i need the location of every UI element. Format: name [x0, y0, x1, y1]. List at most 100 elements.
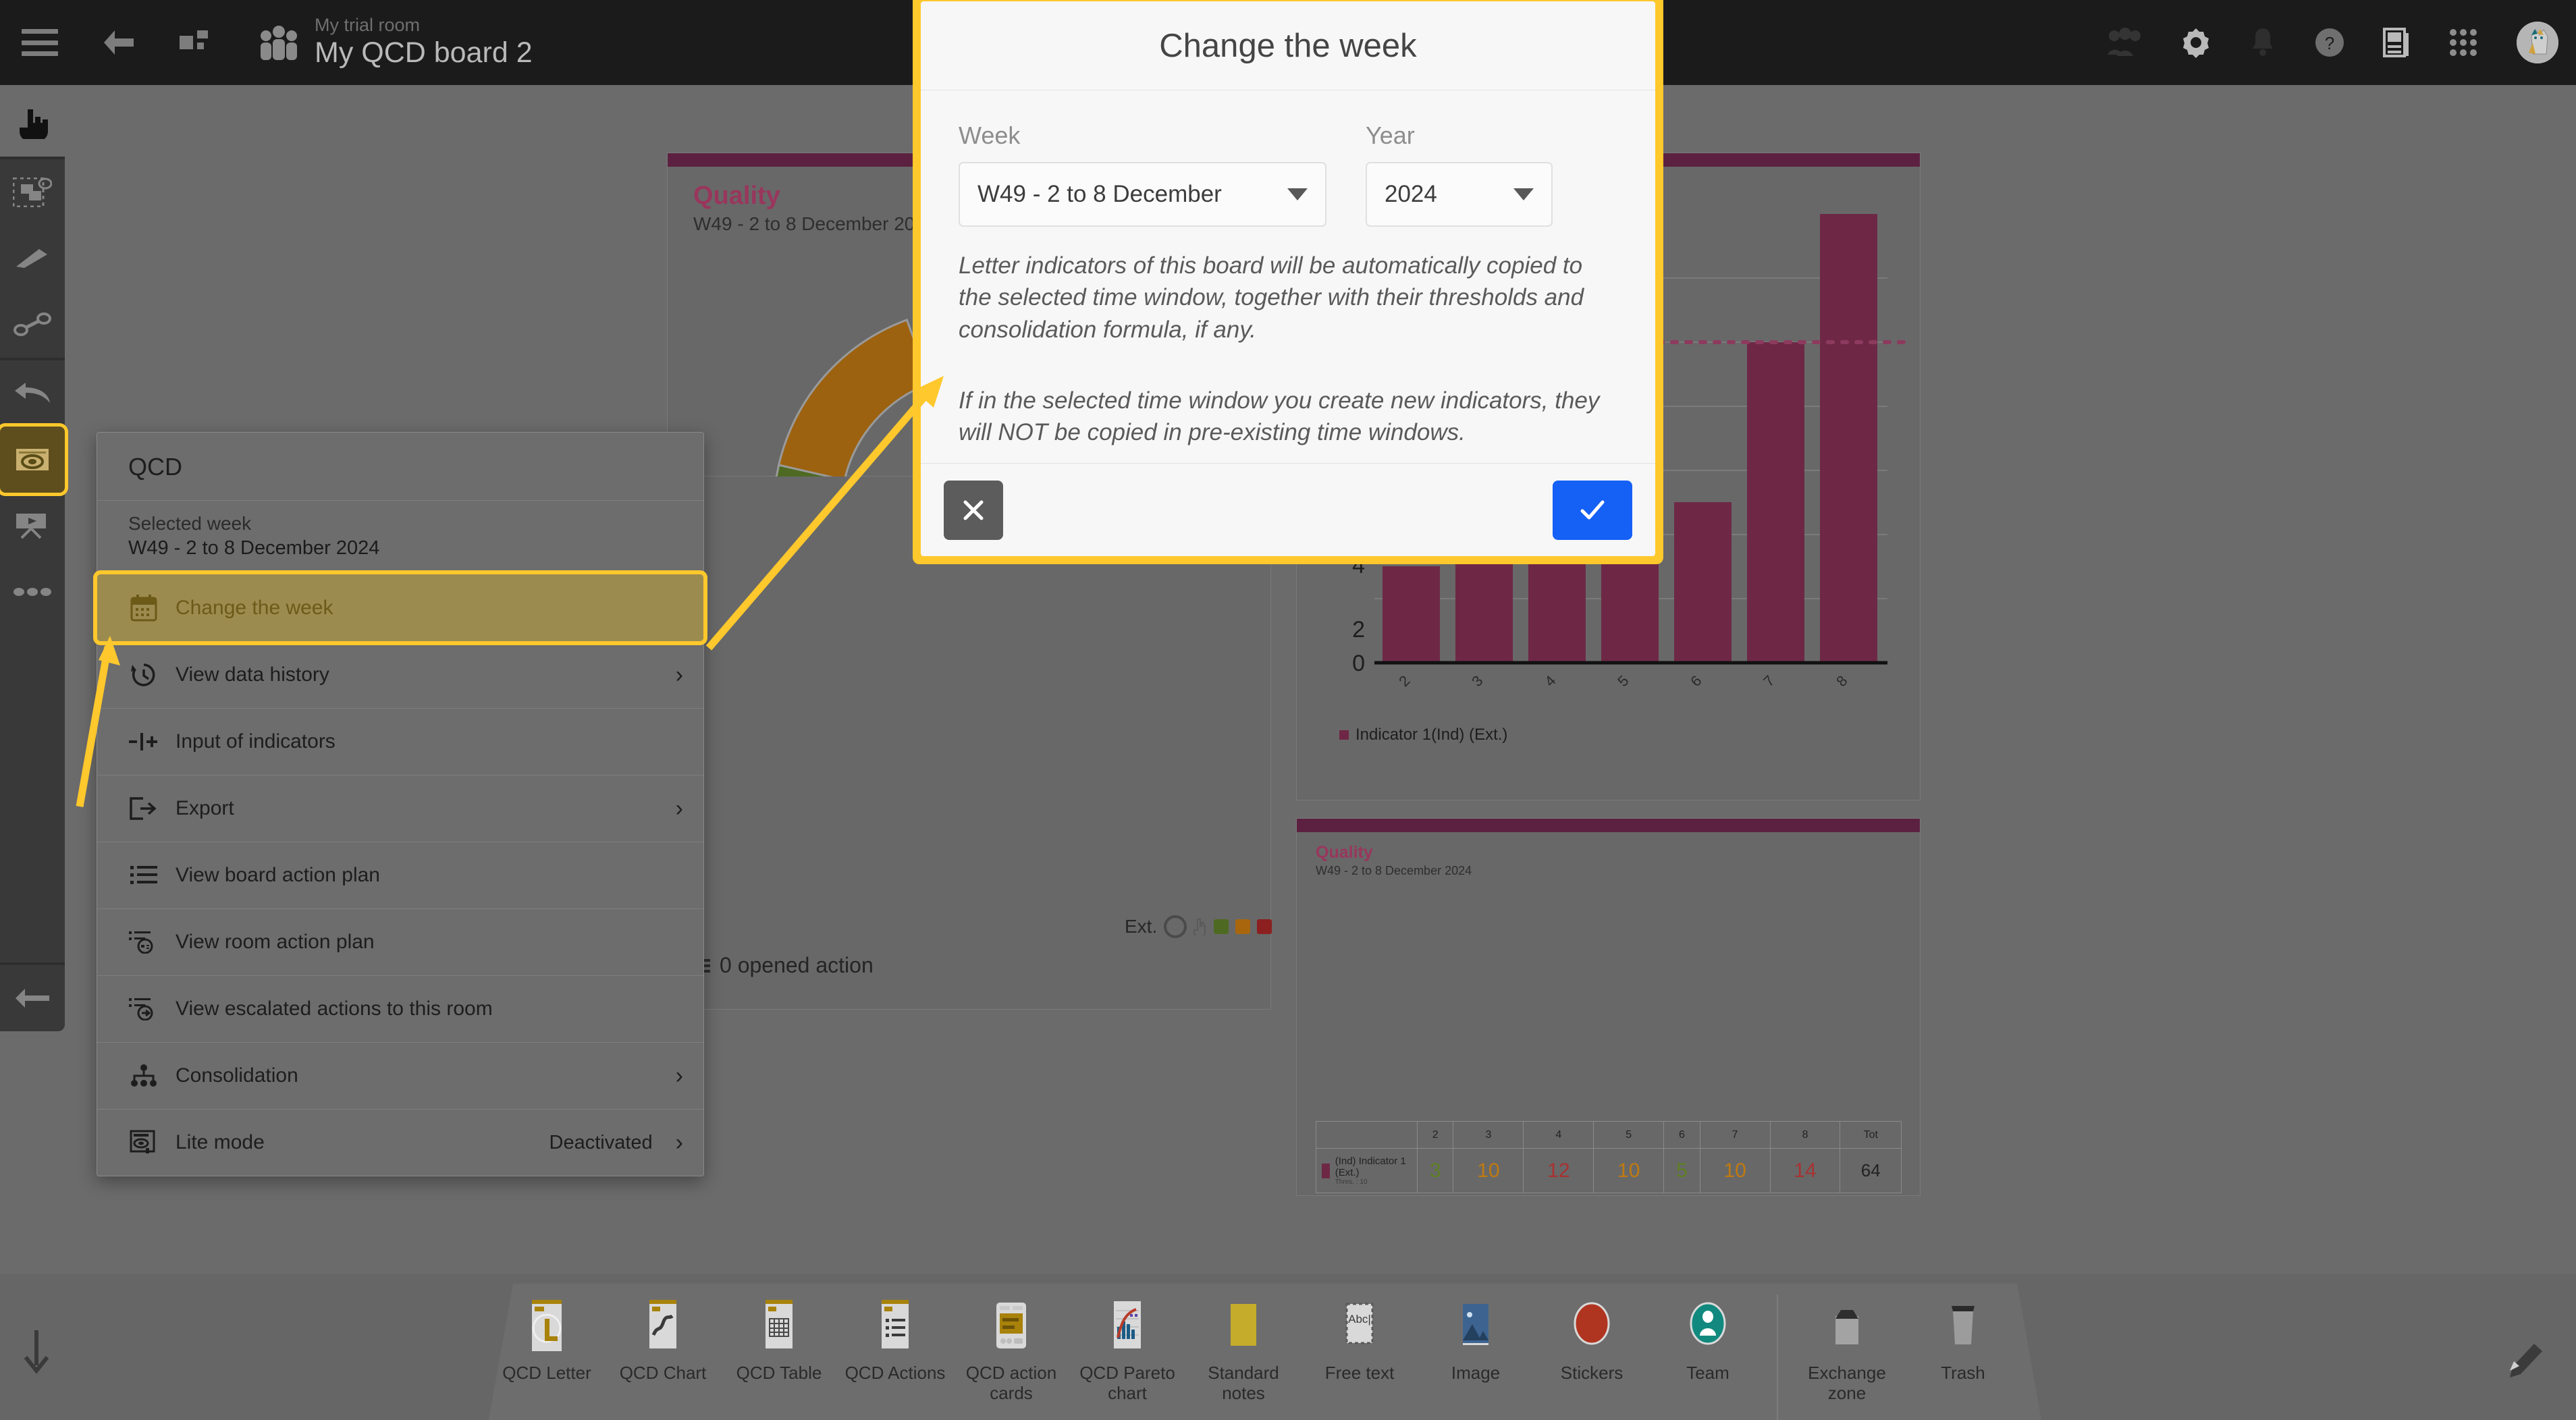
- menu-item-view-escalated-actions[interactable]: View escalated actions to this room: [97, 975, 703, 1042]
- back-arrow-icon[interactable]: [100, 28, 136, 57]
- calendar-icon: [128, 595, 159, 622]
- selected-week-label: Selected week: [128, 513, 252, 534]
- menu-item-lite-mode[interactable]: Lite mode Deactivated ›: [97, 1109, 703, 1176]
- people-group-icon[interactable]: [258, 24, 300, 61]
- opened-actions-row[interactable]: 0 opened action: [693, 953, 874, 978]
- table-col-header: 7: [1699, 1121, 1771, 1149]
- menu-item-label: Export: [176, 797, 234, 819]
- qcd-pareto-icon: [1101, 1299, 1154, 1357]
- confirm-button[interactable]: [1553, 480, 1632, 540]
- team-people-icon[interactable]: [2105, 28, 2143, 57]
- ext-legend-label: Ext.: [1125, 916, 1158, 937]
- bottom-item-stickers[interactable]: Stickers: [1534, 1284, 1650, 1384]
- menu-item-view-room-action-plan[interactable]: View room action plan: [97, 908, 703, 975]
- more-tool[interactable]: [0, 559, 65, 625]
- menu-item-view-board-action-plan[interactable]: View board action plan: [97, 842, 703, 908]
- avatar[interactable]: [2517, 22, 2558, 63]
- hamburger-icon[interactable]: [22, 29, 58, 56]
- bottom-item-label: QCD action cards: [965, 1363, 1057, 1403]
- change-week-dialog-highlight: Change the week Week W49 - 2 to 8 Decemb…: [913, 0, 1663, 564]
- bottom-item-image[interactable]: Image: [1418, 1284, 1534, 1384]
- bottom-item-qcd-table[interactable]: QCD Table: [721, 1284, 837, 1384]
- indicator-name: (Ind) Indicator 1 (Ext.): [1335, 1155, 1406, 1178]
- table-row-label: (Ind) Indicator 1 (Ext.) Thres. : 10: [1316, 1148, 1418, 1193]
- menu-item-input-of-indicators[interactable]: Input of indicators: [97, 708, 703, 775]
- scroll-down-arrow-icon[interactable]: [20, 1329, 53, 1380]
- menu-item-view-data-history[interactable]: View data history ›: [97, 641, 703, 708]
- image-icon: [1449, 1299, 1502, 1357]
- table-col-header: 8: [1769, 1121, 1841, 1149]
- free-text-icon: Abc|: [1333, 1299, 1386, 1357]
- board-titles: My trial room My QCD board 2: [315, 15, 533, 70]
- chevron-right-icon: ›: [675, 795, 683, 821]
- click-hand-icon: [1193, 919, 1206, 935]
- trash-icon: [1937, 1299, 1989, 1357]
- bottom-toolbar-items: QCD Letter QCD Chart QCD Table QCD Actio…: [489, 1284, 2041, 1420]
- table-col-header: 2: [1416, 1121, 1454, 1149]
- bottom-item-exchange-zone[interactable]: Exchange zone: [1789, 1284, 1905, 1404]
- bottom-item-qcd-chart[interactable]: QCD Chart: [605, 1284, 721, 1384]
- lite-mode-value: Deactivated: [549, 1131, 653, 1153]
- qcd-letter-icon: [520, 1299, 573, 1357]
- apps-grid-icon[interactable]: [2448, 27, 2479, 58]
- indicator-threshold: Thres. : 10: [1335, 1178, 1368, 1186]
- exchange-zone-icon: [1821, 1299, 1873, 1357]
- bottom-item-qcd-action-cards[interactable]: QCD action cards: [953, 1284, 1069, 1404]
- bottom-item-standard-notes[interactable]: Standard notes: [1185, 1284, 1302, 1404]
- bottom-item-label: QCD Letter: [502, 1363, 591, 1383]
- qcd-table-card[interactable]: Quality W49 - 2 to 8 December 2024 2 3 4…: [1296, 818, 1921, 1196]
- menu-item-export[interactable]: Export ›: [97, 775, 703, 842]
- bottom-item-qcd-pareto-chart[interactable]: QCD Pareto chart: [1069, 1284, 1185, 1404]
- select-tool[interactable]: [0, 159, 65, 225]
- table-row[interactable]: (Ind) Indicator 1 (Ext.) Thres. : 10 3 1…: [1316, 1148, 1902, 1193]
- bottom-item-label: QCD Actions: [844, 1363, 946, 1383]
- chevron-down-icon: [1287, 188, 1308, 200]
- pen-tool[interactable]: [0, 225, 65, 292]
- qcd-actions-icon: [869, 1299, 921, 1357]
- boards-grid-icon[interactable]: [180, 30, 215, 55]
- list-icon: [128, 865, 159, 886]
- dialog-fields: Week W49 - 2 to 8 December Year 2024: [959, 121, 1617, 227]
- help-icon[interactable]: ?: [2314, 27, 2345, 58]
- card-accent-bar: [1297, 819, 1920, 832]
- svg-text:2: 2: [1352, 617, 1365, 643]
- undo-tool[interactable]: [0, 360, 65, 427]
- bell-icon[interactable]: [2249, 27, 2276, 58]
- indicator-table[interactable]: 2 3 4 5 6 7 8 Tot (Ind) Indicator 1 (Ext…: [1316, 1121, 1902, 1193]
- menu-item-consolidation[interactable]: Consolidation ›: [97, 1042, 703, 1109]
- gear-icon[interactable]: [2180, 27, 2211, 58]
- pencil-edit-icon[interactable]: [2500, 1333, 2549, 1381]
- table-cell: 14: [1769, 1148, 1841, 1193]
- bottom-item-qcd-letter[interactable]: QCD Letter: [489, 1284, 605, 1384]
- week-select[interactable]: W49 - 2 to 8 December: [959, 162, 1326, 227]
- link-tool[interactable]: [0, 292, 65, 358]
- hand-tool[interactable]: [0, 90, 65, 157]
- qcd-context-menu[interactable]: QCD Selected week W49 - 2 to 8 December …: [93, 432, 707, 1176]
- history-icon: [128, 661, 159, 688]
- menu-item-change-the-week[interactable]: Change the week: [93, 570, 707, 645]
- table-cell: 5: [1663, 1148, 1700, 1193]
- menu-item-label: View board action plan: [176, 864, 380, 886]
- change-week-dialog[interactable]: Change the week Week W49 - 2 to 8 Decemb…: [921, 1, 1655, 556]
- chevron-right-icon: ›: [675, 1062, 683, 1089]
- bottom-item-label: Image: [1451, 1363, 1501, 1383]
- chevron-right-icon: ›: [675, 1129, 683, 1155]
- table-header-row: 2 3 4 5 6 7 8 Tot: [1316, 1121, 1902, 1149]
- bottom-item-label: Exchange zone: [1808, 1363, 1886, 1403]
- bottom-item-trash[interactable]: Trash: [1905, 1284, 2021, 1384]
- present-tool[interactable]: [0, 493, 65, 559]
- bottom-item-team[interactable]: Team: [1650, 1284, 1766, 1384]
- bottom-item-qcd-actions[interactable]: QCD Actions: [837, 1284, 953, 1384]
- cancel-button[interactable]: [944, 480, 1003, 540]
- ext-legend: Ext.: [1125, 915, 1272, 938]
- selected-week-block: Selected week W49 - 2 to 8 December 2024: [97, 500, 703, 574]
- bottom-item-label: QCD Table: [736, 1363, 822, 1383]
- menu-item-label: View escalated actions to this room: [176, 998, 493, 1020]
- bottom-item-free-text[interactable]: Abc| Free text: [1302, 1284, 1418, 1384]
- collapse-tool[interactable]: [0, 965, 65, 1031]
- bottom-toolbar: QCD Letter QCD Chart QCD Table QCD Actio…: [0, 1274, 2576, 1420]
- year-select[interactable]: 2024: [1366, 162, 1553, 227]
- qcd-tool[interactable]: [0, 423, 68, 496]
- svg-text:3: 3: [1468, 672, 1486, 690]
- news-icon[interactable]: [2383, 27, 2410, 58]
